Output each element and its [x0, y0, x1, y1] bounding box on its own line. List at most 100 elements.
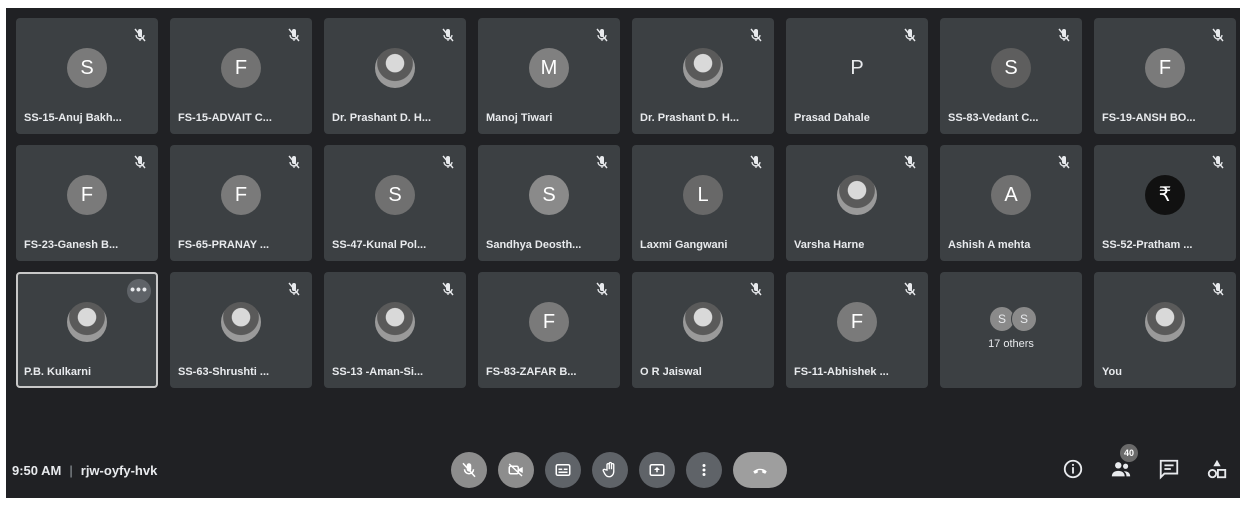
captions-icon: [554, 461, 572, 479]
mic-off-icon: [1210, 27, 1226, 43]
chat-button[interactable]: [1158, 458, 1180, 480]
meeting-info: 9:50 AM | rjw-oyfy-hvk: [12, 463, 157, 478]
participant-tile[interactable]: A Ashish A mehta: [940, 145, 1082, 261]
avatar: S: [529, 175, 569, 215]
avatar: F: [221, 48, 261, 88]
more-vert-icon: [695, 461, 713, 479]
mic-off-icon: [594, 281, 610, 297]
participant-tile[interactable]: F FS-23-Ganesh B...: [16, 145, 158, 261]
people-count-badge: 40: [1120, 444, 1138, 462]
meet-window: S SS-15-Anuj Bakh... F FS-15-ADVAIT C... Dr.…: [6, 8, 1240, 498]
participant-tile[interactable]: Dr. Prashant D. H...: [632, 18, 774, 134]
participant-tile[interactable]: F FS-19-ANSH BO...: [1094, 18, 1236, 134]
participant-name: SS-83-Vedant C...: [948, 112, 1039, 124]
activities-button[interactable]: [1206, 458, 1228, 480]
mic-off-icon: [902, 27, 918, 43]
participant-tile[interactable]: SS-63-Shrushti ...: [170, 272, 312, 388]
mic-off-icon: [1056, 154, 1072, 170]
meeting-details-button[interactable]: [1062, 458, 1084, 480]
mic-off-icon: [460, 461, 478, 479]
participant-tile[interactable]: P Prasad Dahale: [786, 18, 928, 134]
avatar: F: [529, 302, 569, 342]
mic-off-icon: [1210, 154, 1226, 170]
participant-name: Sandhya Deosth...: [486, 239, 582, 251]
mic-off-icon: [902, 154, 918, 170]
participant-tile[interactable]: Dr. Prashant D. H...: [324, 18, 466, 134]
avatar: L: [683, 175, 723, 215]
participant-tile[interactable]: S Sandhya Deosth...: [478, 145, 620, 261]
avatar: [683, 48, 723, 88]
participant-name: P.B. Kulkarni: [24, 366, 92, 378]
participant-tile[interactable]: F FS-83-ZAFAR B...: [478, 272, 620, 388]
mic-off-icon: [594, 27, 610, 43]
participant-name: SS-63-Shrushti ...: [178, 366, 270, 378]
participant-tile[interactable]: ₹ SS-52-Pratham ...: [1094, 145, 1236, 261]
participant-name: Prasad Dahale: [794, 112, 870, 124]
participant-tile[interactable]: S S 17 others: [940, 272, 1082, 388]
participant-tile[interactable]: L Laxmi Gangwani: [632, 145, 774, 261]
captions-button[interactable]: [545, 452, 581, 488]
camera-toggle-button[interactable]: [498, 452, 534, 488]
mic-off-icon: [440, 27, 456, 43]
participant-tile[interactable]: S SS-47-Kunal Pol...: [324, 145, 466, 261]
avatar: [837, 175, 877, 215]
participant-tile[interactable]: M Manoj Tiwari: [478, 18, 620, 134]
mic-off-icon: [1210, 281, 1226, 297]
call-controls: [451, 452, 787, 488]
mic-off-icon: [440, 281, 456, 297]
mic-off-icon: [748, 281, 764, 297]
participant-tile[interactable]: ••• P.B. Kulkarni: [16, 272, 158, 388]
participant-name: You: [1102, 366, 1122, 378]
participant-tile[interactable]: F FS-11-Abhishek ...: [786, 272, 928, 388]
avatar: [67, 302, 107, 342]
participant-tile[interactable]: O R Jaiswal: [632, 272, 774, 388]
mic-off-icon: [902, 281, 918, 297]
participant-name: O R Jaiswal: [640, 366, 702, 378]
avatar: [683, 302, 723, 342]
mic-toggle-button[interactable]: [451, 452, 487, 488]
mic-off-icon: [1056, 27, 1072, 43]
participant-tile[interactable]: You: [1094, 272, 1236, 388]
tile-options-button[interactable]: •••: [127, 279, 151, 303]
participant-name: FS-19-ANSH BO...: [1102, 112, 1196, 124]
chat-icon: [1159, 459, 1179, 480]
participant-name: FS-65-PRANAY ...: [178, 239, 270, 251]
meeting-code: rjw-oyfy-hvk: [80, 463, 158, 478]
participant-name: Laxmi Gangwani: [640, 239, 728, 251]
mic-off-icon: [440, 154, 456, 170]
present-icon: [648, 461, 666, 479]
participant-tile[interactable]: S SS-83-Vedant C...: [940, 18, 1082, 134]
participant-tile[interactable]: Varsha Harne: [786, 145, 928, 261]
avatar: F: [1145, 48, 1185, 88]
more-options-button[interactable]: [686, 452, 722, 488]
mic-off-icon: [286, 154, 302, 170]
avatar: F: [221, 175, 261, 215]
present-screen-button[interactable]: [639, 452, 675, 488]
participant-name: FS-23-Ganesh B...: [24, 239, 119, 251]
people-button[interactable]: 40: [1110, 444, 1138, 480]
avatar: S: [375, 175, 415, 215]
avatar: [375, 302, 415, 342]
participant-name: SS-47-Kunal Pol...: [332, 239, 427, 251]
avatar: S: [991, 48, 1031, 88]
participant-name: SS-15-Anuj Bakh...: [24, 112, 122, 124]
participant-name: FS-11-Abhishek ...: [794, 366, 889, 378]
participant-tile[interactable]: SS-13 -Aman-Si...: [324, 272, 466, 388]
others-avatar: S: [1011, 306, 1037, 332]
avatar: [221, 302, 261, 342]
avatar: [1145, 302, 1185, 342]
participant-name: Dr. Prashant D. H...: [332, 112, 432, 124]
participant-tile[interactable]: S SS-15-Anuj Bakh...: [16, 18, 158, 134]
mic-off-icon: [594, 154, 610, 170]
participant-name: SS-13 -Aman-Si...: [332, 366, 424, 378]
avatar: P: [850, 57, 864, 79]
participant-tile[interactable]: F FS-15-ADVAIT C...: [170, 18, 312, 134]
participant-name: Manoj Tiwari: [486, 112, 553, 124]
meeting-time: 9:50 AM: [12, 463, 62, 478]
raise-hand-button[interactable]: [592, 452, 628, 488]
participant-tile[interactable]: F FS-65-PRANAY ...: [170, 145, 312, 261]
avatar: F: [67, 175, 107, 215]
mic-off-icon: [748, 27, 764, 43]
leave-call-button[interactable]: [733, 452, 787, 488]
participant-name: FS-15-ADVAIT C...: [178, 112, 272, 124]
